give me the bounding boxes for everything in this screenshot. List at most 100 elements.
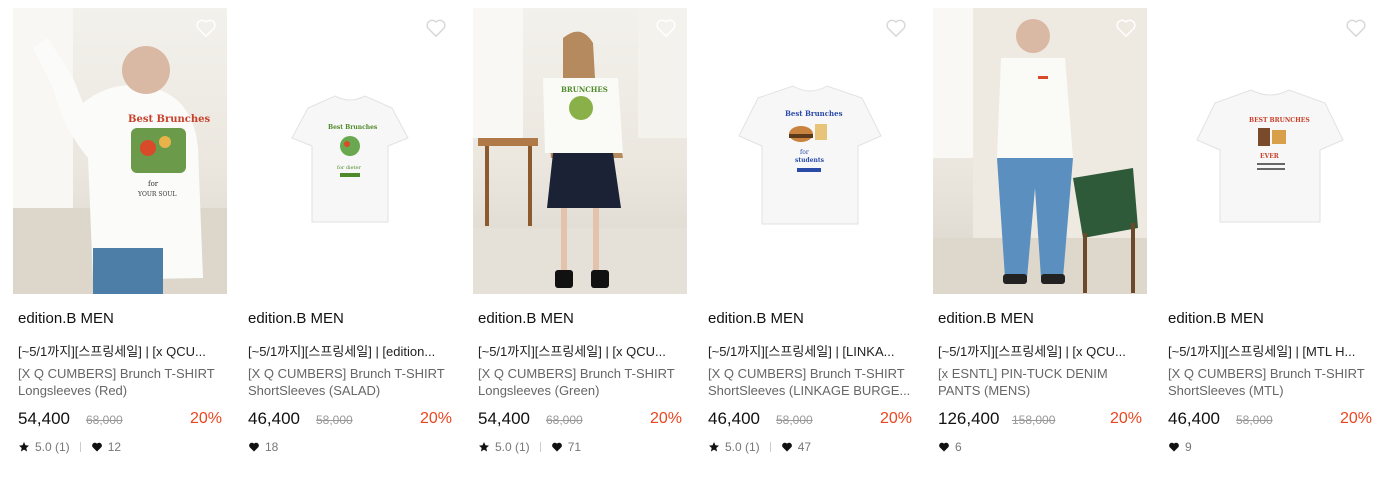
discount-rate: 20% xyxy=(1339,410,1372,427)
product-name-line: Longsleeves (Red) xyxy=(18,383,128,398)
divider xyxy=(539,442,541,452)
product-name-line: PANTS (MENS) xyxy=(938,383,1031,398)
discount-rate: 20% xyxy=(419,410,452,427)
product-name[interactable]: [X Q CUMBERS] Brunch T-SHIRT ShortSleeve… xyxy=(1168,365,1376,399)
brand-name[interactable]: edition.B MEN xyxy=(18,310,114,327)
divider xyxy=(769,442,771,452)
product-name[interactable]: [X Q CUMBERS] Brunch T-SHIRT Longsleeves… xyxy=(478,365,686,399)
product-grid: Best Brunches for YOUR SOUL edition.B ME… xyxy=(13,8,1377,478)
product-name[interactable]: [x ESNTL] PIN-TUCK DENIM PANTS (MENS) xyxy=(938,365,1146,399)
like-count: 18 xyxy=(265,440,279,454)
like-count: 71 xyxy=(567,440,582,454)
tshirt-mtl-illustration: BEST BRUNCHES EVER xyxy=(1196,89,1344,223)
original-price: 58,000 xyxy=(776,413,813,427)
rating-text: 5.0 (1) xyxy=(35,440,70,454)
product-meta: 5.0 (1) 71 xyxy=(478,440,581,454)
heart-icon[interactable] xyxy=(1345,18,1367,38)
rating-text: 5.0 (1) xyxy=(495,440,530,454)
product-name-line: [X Q CUMBERS] Brunch T-SHIRT xyxy=(248,366,445,381)
product-name-line: ShortSleeves (SALAD) xyxy=(248,383,381,398)
product-card[interactable]: BEST BRUNCHES EVER edition.B MEN [~5/1까지… xyxy=(1163,8,1377,478)
product-name-line: [X Q CUMBERS] Brunch T-SHIRT xyxy=(1168,366,1365,381)
product-tagline[interactable]: [~5/1까지][스프링세일] | [x QCU... xyxy=(478,341,686,360)
product-name[interactable]: [X Q CUMBERS] Brunch T-SHIRT ShortSleeve… xyxy=(248,365,456,399)
product-meta: 5.0 (1) 12 xyxy=(18,440,121,454)
like-count: 6 xyxy=(955,440,962,454)
product-card[interactable]: BRUNCHES edition.B MEN [~5/1까지][스프링세일] |… xyxy=(473,8,687,478)
product-name-line: ShortSleeves (LINKAGE BURGE... xyxy=(708,383,911,398)
product-image[interactable]: Best Brunches for dieter xyxy=(243,8,457,294)
svg-text:for dieter: for dieter xyxy=(337,165,362,171)
product-meta: 9 xyxy=(1168,440,1192,454)
sale-price: 46,400 xyxy=(708,409,760,428)
heart-icon[interactable] xyxy=(1115,18,1137,38)
product-name-line: [X Q CUMBERS] Brunch T-SHIRT xyxy=(708,366,905,381)
brand-name[interactable]: edition.B MEN xyxy=(248,310,344,327)
svg-text:for: for xyxy=(148,180,159,188)
product-name-line: [x ESNTL] PIN-TUCK DENIM xyxy=(938,366,1108,381)
original-price: 58,000 xyxy=(1236,413,1273,427)
sale-price: 126,400 xyxy=(938,409,1000,428)
original-price: 58,000 xyxy=(316,413,353,427)
svg-text:Best Brunches: Best Brunches xyxy=(785,109,843,118)
svg-text:BRUNCHES: BRUNCHES xyxy=(561,85,608,94)
heart-filled-icon xyxy=(248,441,260,453)
star-icon xyxy=(478,441,490,453)
heart-filled-icon xyxy=(1168,441,1180,453)
product-tagline[interactable]: [~5/1까지][스프링세일] | [x QCU... xyxy=(18,341,226,360)
product-image[interactable]: Best Brunches for students xyxy=(703,8,917,294)
tshirt-burger-illustration: Best Brunches for students xyxy=(738,85,882,225)
star-icon xyxy=(708,441,720,453)
product-image[interactable]: BRUNCHES xyxy=(473,8,687,294)
product-card[interactable]: edition.B MEN [~5/1까지][스프링세일] | [x QCU..… xyxy=(933,8,1147,478)
heart-filled-icon xyxy=(938,441,950,453)
product-image[interactable]: BEST BRUNCHES EVER xyxy=(1163,8,1377,294)
product-meta: 18 xyxy=(248,440,278,454)
product-name[interactable]: [X Q CUMBERS] Brunch T-SHIRT Longsleeves… xyxy=(18,365,226,399)
brand-name[interactable]: edition.B MEN xyxy=(478,310,574,327)
product-tagline[interactable]: [~5/1까지][스프링세일] | [LINKA... xyxy=(708,341,916,360)
product-tagline[interactable]: [~5/1까지][스프링세일] | [x QCU... xyxy=(938,341,1146,360)
product-meta: 6 xyxy=(938,440,962,454)
heart-filled-icon xyxy=(91,441,103,453)
product-name[interactable]: [X Q CUMBERS] Brunch T-SHIRT ShortSleeve… xyxy=(708,365,916,399)
product-meta: 5.0 (1) 47 xyxy=(708,440,811,454)
svg-text:BEST BRUNCHES: BEST BRUNCHES xyxy=(1249,117,1310,124)
product-image[interactable]: Best Brunches for YOUR SOUL xyxy=(13,8,227,294)
sale-price: 46,400 xyxy=(248,409,300,428)
svg-text:for: for xyxy=(800,149,809,156)
product-tagline[interactable]: [~5/1까지][스프링세일] | [edition... xyxy=(248,341,456,360)
heart-filled-icon xyxy=(781,441,793,453)
sale-price: 54,400 xyxy=(18,409,70,428)
product-name-line: [X Q CUMBERS] Brunch T-SHIRT xyxy=(478,366,675,381)
svg-text:YOUR SOUL: YOUR SOUL xyxy=(137,191,176,198)
heart-icon[interactable] xyxy=(425,18,447,38)
sale-price: 46,400 xyxy=(1168,409,1220,428)
discount-rate: 20% xyxy=(189,410,222,427)
brand-name[interactable]: edition.B MEN xyxy=(938,310,1034,327)
tshirt-salad-illustration: Best Brunches for dieter xyxy=(291,95,409,223)
sale-price: 54,400 xyxy=(478,409,530,428)
heart-icon[interactable] xyxy=(195,18,217,38)
model-back-photo-illustration: BRUNCHES xyxy=(473,8,687,294)
product-tagline[interactable]: [~5/1까지][스프링세일] | [MTL H... xyxy=(1168,341,1376,360)
product-name-line: [X Q CUMBERS] Brunch T-SHIRT xyxy=(18,366,215,381)
model-back-photo-illustration: Best Brunches for YOUR SOUL xyxy=(13,8,227,294)
divider xyxy=(79,442,81,452)
heart-filled-icon xyxy=(551,441,563,453)
heart-icon[interactable] xyxy=(885,18,907,38)
product-name-line: ShortSleeves (MTL) xyxy=(1168,383,1284,398)
like-count: 9 xyxy=(1185,440,1192,454)
product-card[interactable]: Best Brunches for YOUR SOUL edition.B ME… xyxy=(13,8,227,478)
discount-rate: 20% xyxy=(649,410,682,427)
product-card[interactable]: Best Brunches for students edition.B MEN… xyxy=(703,8,917,478)
product-card[interactable]: Best Brunches for dieter edition.B MEN [… xyxy=(243,8,457,478)
product-image[interactable] xyxy=(933,8,1147,294)
svg-text:Best Brunches: Best Brunches xyxy=(128,114,211,125)
svg-text:students: students xyxy=(795,157,825,164)
star-icon xyxy=(18,441,30,453)
brand-name[interactable]: edition.B MEN xyxy=(1168,310,1264,327)
brand-name[interactable]: edition.B MEN xyxy=(708,310,804,327)
original-price: 158,000 xyxy=(1012,413,1056,427)
heart-icon[interactable] xyxy=(655,18,677,38)
